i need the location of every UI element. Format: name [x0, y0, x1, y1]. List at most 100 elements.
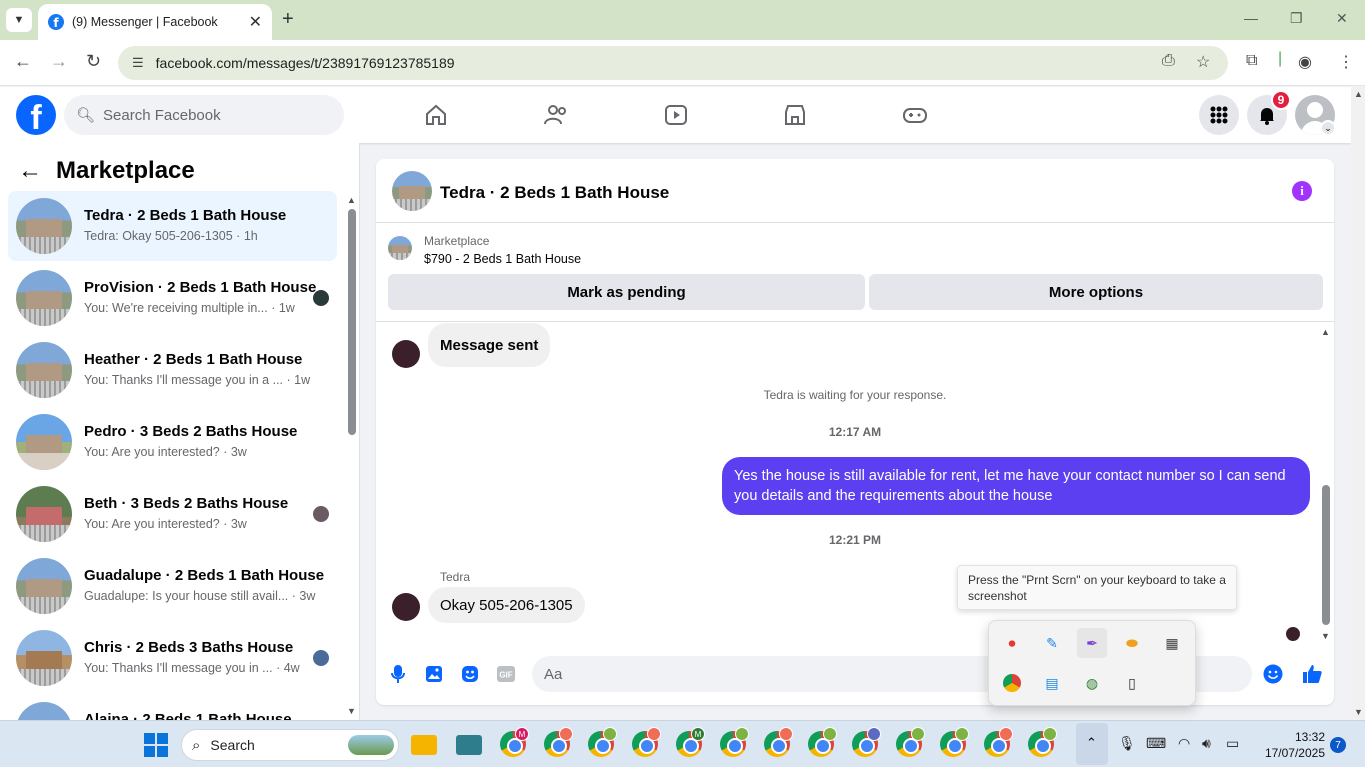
sticker-icon[interactable] [459, 663, 481, 685]
chrome-profile-icon[interactable] [984, 727, 1013, 757]
screen-recorder-icon[interactable]: ⏺ [997, 628, 1027, 658]
restore-icon[interactable]: ❐ [1290, 10, 1303, 27]
windows-start-icon[interactable] [144, 733, 168, 757]
globe-app-icon[interactable]: ◍ [1077, 668, 1107, 698]
tab-search-button[interactable]: ▼ [6, 8, 32, 32]
friends-icon[interactable] [543, 102, 569, 128]
conversation-item[interactable]: ProVision · 2 Beds 1 Bath House You: We'… [8, 263, 337, 333]
new-tab-button[interactable]: + [282, 8, 294, 31]
chrome-profile-icon[interactable] [764, 727, 793, 757]
notification-count-badge[interactable]: 7 [1330, 737, 1346, 753]
account-caret-icon[interactable]: ⌄ [1320, 120, 1336, 136]
chrome-profile-icon[interactable] [544, 727, 573, 757]
feather-app-icon[interactable]: ✒ [1077, 628, 1107, 658]
forward-icon[interactable]: → [50, 51, 68, 72]
system-clock[interactable]: 13:32 17/07/2025 [1253, 729, 1325, 761]
chrome-profile-icon[interactable] [852, 727, 881, 757]
seen-avatar [313, 650, 329, 666]
conversation-item[interactable]: Pedro · 3 Beds 2 Baths House You: Are yo… [8, 407, 337, 477]
listing-price-title[interactable]: $790 - 2 Beds 1 Bath House [424, 252, 581, 266]
window-close-icon[interactable]: ✕ [1336, 10, 1348, 27]
clock-date: 17/07/2025 [1264, 746, 1325, 760]
volume-icon[interactable]: 🔊︎ [1202, 735, 1211, 752]
bookmark-star-icon[interactable]: ☆ [1196, 52, 1210, 72]
mark-as-pending-button[interactable]: Mark as pending [388, 274, 865, 310]
conversation-item[interactable]: Guadalupe · 2 Beds 1 Bath House Guadalup… [8, 551, 337, 621]
chrome-profile-icon[interactable] [808, 727, 837, 757]
thread-scroll-thumb[interactable] [1322, 485, 1330, 625]
network-app-icon[interactable]: ▤ [1037, 668, 1067, 698]
info-icon[interactable]: i [1292, 181, 1312, 201]
site-info-icon[interactable]: ☰ [132, 55, 144, 71]
facebook-logo-icon[interactable]: f [16, 95, 56, 135]
profile-icon[interactable]: ◉ [1298, 52, 1312, 72]
conversation-item[interactable]: Beth · 3 Beds 2 Baths House You: Are you… [8, 479, 337, 549]
storage-app-icon[interactable]: ⬬ [1117, 628, 1147, 658]
chrome-profile-icon[interactable]: M [676, 727, 705, 757]
listing-small-thumbnail[interactable] [388, 236, 412, 260]
extensions-icon[interactable]: ⧉ [1246, 52, 1257, 70]
more-options-button[interactable]: More options [869, 274, 1323, 310]
video-icon[interactable] [663, 102, 689, 128]
sidebar-scroll-thumb[interactable] [348, 209, 356, 435]
microphone-icon[interactable]: 🎙︎ [1118, 735, 1136, 752]
like-thumb-icon[interactable] [1301, 663, 1323, 685]
editor-app-icon[interactable]: ✎ [1037, 628, 1067, 658]
sender-avatar[interactable] [392, 340, 420, 368]
menu-grid-icon[interactable] [1199, 95, 1239, 135]
chat-title[interactable]: Tedra · 2 Beds 1 Bath House [440, 183, 669, 203]
chrome-tray-icon[interactable] [997, 668, 1027, 698]
tray-overflow-button[interactable]: ⌃ [1076, 723, 1108, 765]
conversation-item[interactable]: Heather · 2 Beds 1 Bath House You: Thank… [8, 335, 337, 405]
app-icon[interactable] [456, 735, 482, 755]
chrome-profile-icon[interactable] [896, 727, 925, 757]
chrome-profile-icon[interactable]: M [500, 727, 529, 757]
gif-icon[interactable]: GIF [495, 663, 517, 685]
tray-overflow-popup: ⏺ ✎ ✒ ⬬ ▦ ▤ ◍ ▯ [988, 620, 1196, 706]
marketplace-icon[interactable] [782, 102, 808, 128]
conversation-item[interactable]: Alaina · 2 Beds 1 Bath House [8, 695, 337, 720]
gaming-icon[interactable] [902, 102, 928, 128]
chrome-profile-icon[interactable] [720, 727, 749, 757]
back-icon[interactable]: ← [14, 51, 32, 72]
install-app-icon[interactable]: ⎙ [1162, 52, 1175, 70]
browser-tab[interactable]: f (9) Messenger | Facebook ✕ [38, 4, 272, 40]
home-icon[interactable] [423, 102, 449, 128]
scroll-up-icon[interactable]: ▲ [1321, 327, 1330, 337]
chrome-profile-icon[interactable] [588, 727, 617, 757]
message-bubble-incoming: Okay 505-206-1305 [428, 587, 585, 623]
usb-drive-icon[interactable]: ▯ [1117, 668, 1147, 698]
more-menu-icon[interactable]: ⋮ [1338, 52, 1354, 72]
scroll-up-icon[interactable]: ▲ [347, 195, 356, 205]
microphone-icon[interactable] [387, 663, 409, 685]
chrome-profile-icon[interactable] [1028, 727, 1057, 757]
wifi-icon[interactable]: ◠ [1178, 735, 1190, 752]
chrome-profile-icon[interactable] [632, 727, 661, 757]
chat-listing-thumbnail[interactable] [392, 171, 432, 211]
thread-scrollbar[interactable]: ▲ ▼ [1321, 327, 1331, 643]
keyboard-icon[interactable]: ⌨ [1146, 735, 1166, 752]
address-bar[interactable]: ☰ facebook.com/messages/t/23891769123785… [118, 46, 1228, 80]
minimize-icon[interactable]: — [1244, 10, 1258, 26]
file-explorer-icon[interactable] [411, 735, 437, 755]
sender-avatar[interactable] [392, 593, 420, 621]
battery-icon[interactable]: ▭ [1226, 735, 1239, 752]
sidebar-scrollbar[interactable]: ▲ ▼ [347, 195, 356, 717]
tab-close-icon[interactable]: ✕ [249, 12, 262, 32]
facebook-search-input[interactable]: 🔍︎ Search Facebook [64, 95, 344, 135]
conversation-name: Heather · 2 Beds 1 Bath House [84, 351, 303, 368]
reload-icon[interactable]: ↻ [86, 51, 101, 72]
conversation-item[interactable]: Tedra · 2 Beds 1 Bath House Tedra: Okay … [8, 191, 337, 261]
scroll-up-icon[interactable]: ▲ [1354, 89, 1363, 99]
back-arrow-icon[interactable]: ← [18, 157, 42, 185]
display-app-icon[interactable]: ▦ [1157, 628, 1187, 658]
taskbar-search[interactable]: ⌕ Search [181, 729, 399, 761]
emoji-icon[interactable] [1262, 663, 1284, 685]
conversation-item[interactable]: Chris · 2 Beds 3 Baths House You: Thanks… [8, 623, 337, 693]
scroll-down-icon[interactable]: ▼ [347, 706, 356, 716]
chrome-profile-icon[interactable] [940, 727, 969, 757]
scroll-down-icon[interactable]: ▼ [1321, 631, 1330, 641]
scroll-down-icon[interactable]: ▼ [1354, 707, 1363, 717]
page-scrollbar[interactable]: ▲ ▼ [1351, 87, 1365, 720]
photo-icon[interactable] [423, 663, 445, 685]
